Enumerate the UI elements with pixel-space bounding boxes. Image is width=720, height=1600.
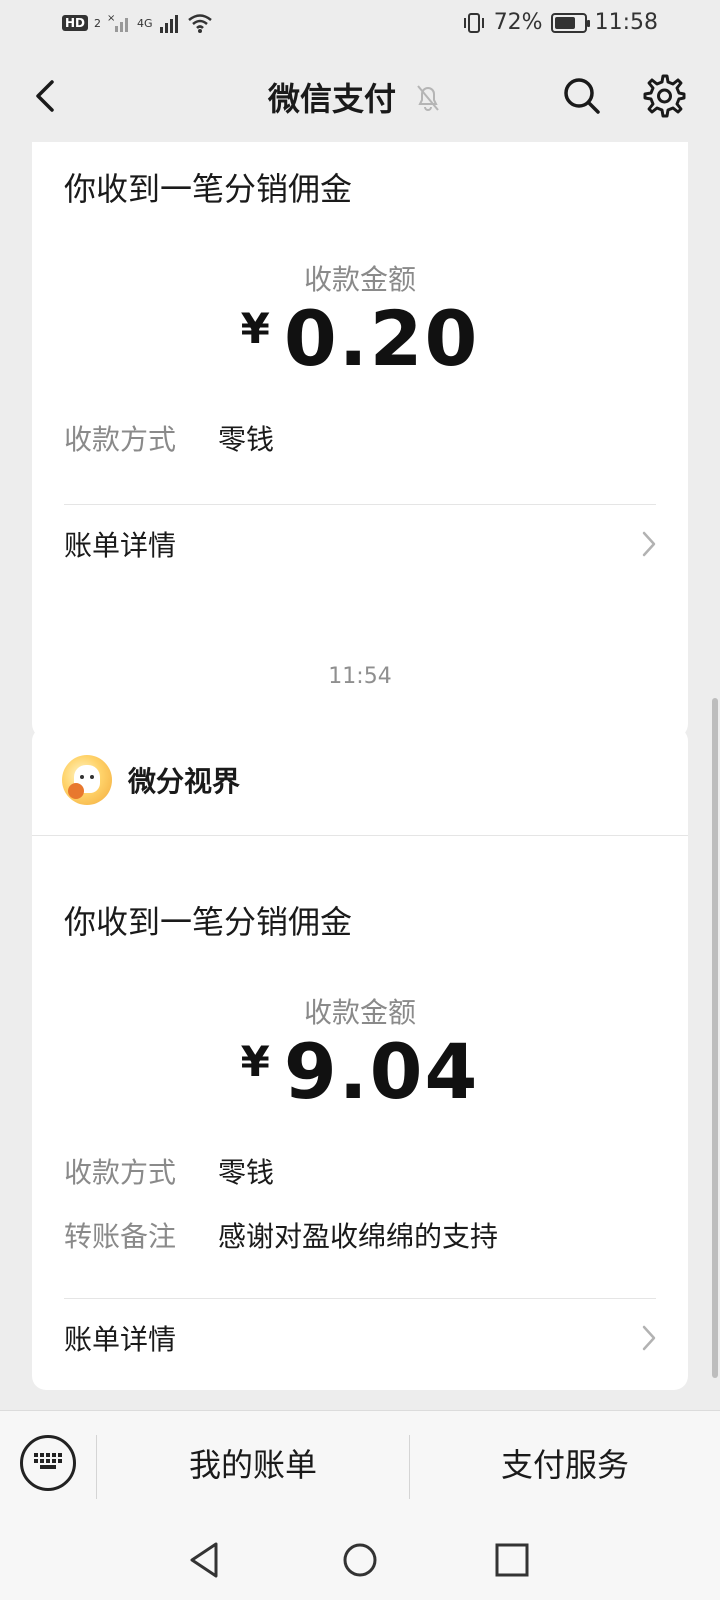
chevron-right-icon — [642, 1325, 656, 1351]
message-list[interactable]: 你收到一笔分销佣金 收款金额 ¥0.20 收款方式 零钱 账单详情 11:54 … — [0, 142, 720, 1410]
merchant-header[interactable]: 微分视界 — [62, 755, 240, 805]
page-title: 微信支付 — [268, 80, 397, 118]
status-bar: HD 2 × 4G 72% 11:58 — [0, 0, 720, 50]
info-row: 收款方式 零钱 — [64, 1151, 274, 1191]
info-key: 收款方式 — [64, 423, 177, 456]
nav-back-icon[interactable] — [186, 1540, 226, 1580]
signal-icon — [159, 12, 181, 34]
hd-badge: HD — [62, 15, 89, 31]
amount-label: 收款金额 — [303, 263, 416, 296]
nav-title-group: 微信支付 — [268, 74, 442, 120]
battery-icon — [550, 12, 590, 33]
bill-detail-label: 账单详情 — [64, 1323, 177, 1356]
card-heading: 你收到一笔分销佣金 — [64, 903, 353, 941]
battery-percent: 72% — [493, 10, 543, 35]
chevron-left-icon — [36, 80, 54, 112]
amount-value: 9.04 — [283, 1027, 480, 1116]
info-value: 零钱 — [218, 1156, 275, 1189]
no-signal-icon: × — [107, 12, 131, 34]
amount: ¥0.20 — [32, 294, 688, 383]
nav-recents-icon[interactable] — [492, 1540, 532, 1580]
bill-detail-label: 账单详情 — [64, 529, 177, 562]
vibrate-icon — [462, 11, 486, 35]
bill-detail-link[interactable]: 账单详情 — [64, 514, 660, 574]
bottom-menu: 我的账单 支付服务 — [0, 1410, 720, 1520]
amount-label: 收款金额 — [303, 996, 416, 1029]
card-heading: 你收到一笔分销佣金 — [64, 170, 353, 208]
payment-services-menu[interactable]: 支付服务 — [410, 1437, 720, 1493]
search-button[interactable] — [560, 74, 604, 118]
nav-home-icon[interactable] — [340, 1540, 380, 1580]
back-button[interactable] — [26, 74, 70, 118]
amount: ¥9.04 — [32, 1027, 688, 1116]
message-timestamp: 11:54 — [328, 664, 392, 689]
keyboard-icon — [34, 1453, 62, 1469]
clock: 11:58 — [594, 10, 658, 35]
amount-value: 0.20 — [283, 294, 480, 383]
payment-card: 微分视界 你收到一笔分销佣金 收款金额 ¥9.04 收款方式 零钱 转账备注 感… — [32, 727, 688, 1390]
info-row: 收款方式 零钱 — [64, 418, 274, 458]
info-value: 零钱 — [218, 423, 275, 456]
hd-sub: 2 — [94, 16, 102, 30]
status-left: HD 2 × 4G — [62, 12, 213, 34]
currency-symbol: ¥ — [240, 304, 270, 353]
divider — [64, 504, 656, 505]
merchant-avatar — [62, 755, 112, 805]
status-right: 72% 11:58 — [462, 10, 658, 35]
info-key: 转账备注 — [64, 1220, 177, 1253]
mute-bell-icon — [417, 85, 439, 111]
divider — [64, 1298, 656, 1299]
chevron-right-icon — [642, 531, 656, 557]
info-row: 转账备注 感谢对盈收绵绵的支持 — [64, 1215, 498, 1255]
keyboard-toggle-button[interactable] — [20, 1435, 76, 1491]
settings-button[interactable] — [640, 72, 686, 118]
payment-card: 你收到一笔分销佣金 收款金额 ¥0.20 收款方式 零钱 账单详情 — [32, 142, 688, 738]
wifi-icon — [187, 12, 213, 34]
gear-icon — [643, 74, 686, 118]
system-nav-bar — [0, 1520, 720, 1600]
divider — [32, 835, 688, 836]
search-icon — [564, 78, 600, 114]
currency-symbol: ¥ — [240, 1037, 270, 1086]
nav-bar: 微信支付 — [0, 50, 720, 142]
bill-detail-link[interactable]: 账单详情 — [64, 1308, 660, 1368]
info-key: 收款方式 — [64, 1156, 177, 1189]
network-label: 4G — [137, 16, 153, 30]
info-value: 感谢对盈收绵绵的支持 — [218, 1220, 499, 1253]
my-bills-menu[interactable]: 我的账单 — [97, 1437, 409, 1493]
svg-text:×: × — [107, 13, 115, 24]
scrollbar[interactable] — [712, 698, 718, 1378]
merchant-name: 微分视界 — [128, 765, 241, 798]
